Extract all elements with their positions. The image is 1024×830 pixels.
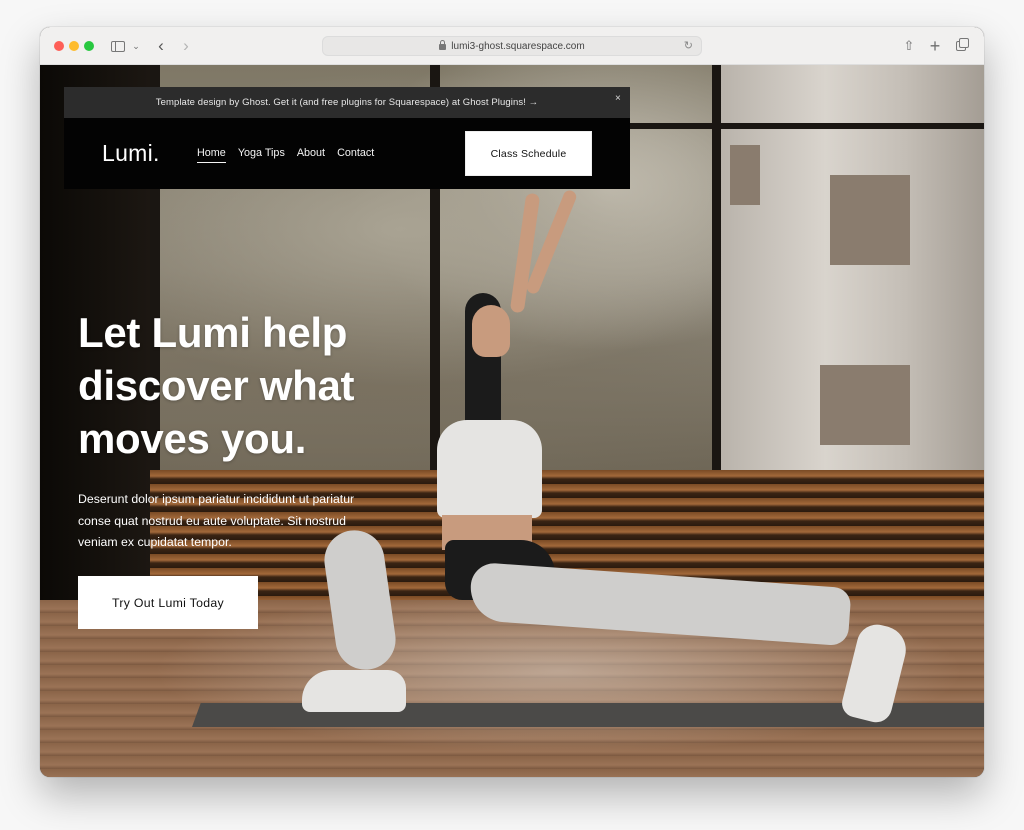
nav-item-home[interactable]: Home [197, 147, 226, 163]
browser-toolbar: ⌄ ‹ › lumi3-ghost.squarespace.com ↻ ⇧ + [40, 27, 984, 65]
site-header: Lumi. Home Yoga Tips About Contact Class… [64, 118, 630, 189]
tabs-overview-icon[interactable] [954, 36, 970, 56]
hero-title-line: Let Lumi help [78, 309, 348, 356]
page-viewport: Template design by Ghost. Get it (and fr… [40, 65, 984, 777]
maximize-window-button[interactable] [84, 41, 94, 51]
close-window-button[interactable] [54, 41, 64, 51]
share-icon[interactable]: ⇧ [902, 36, 916, 56]
hero-description-line: veniam ex cupidatat tempor. [78, 535, 232, 549]
try-out-lumi-button[interactable]: Try Out Lumi Today [78, 576, 258, 629]
hero-description: Deserunt dolor ipsum pariatur incididunt… [78, 489, 418, 554]
new-tab-icon[interactable]: + [928, 36, 942, 56]
browser-window: ⌄ ‹ › lumi3-ghost.squarespace.com ↻ ⇧ + [40, 27, 984, 777]
hero-title: Let Lumi help discover what moves you. [78, 306, 438, 465]
announcement-text[interactable]: Template design by Ghost. Get it (and fr… [156, 97, 539, 108]
nav-item-contact[interactable]: Contact [337, 147, 374, 163]
hero-title-line: moves you. [78, 415, 307, 462]
hero-description-line: conse quat nostrud eu aute voluptate. Si… [78, 513, 346, 528]
site-logo[interactable]: Lumi. [102, 140, 160, 167]
sidebar-icon[interactable] [110, 36, 126, 56]
minimize-window-button[interactable] [69, 41, 79, 51]
back-icon[interactable]: ‹ [154, 36, 168, 56]
reload-icon[interactable]: ↻ [684, 39, 693, 52]
main-nav: Home Yoga Tips About Contact [197, 147, 374, 163]
close-icon[interactable]: × [615, 93, 621, 104]
hero-description-line: Deserunt dolor ipsum pariatur incididunt… [78, 492, 355, 506]
announcement-bar[interactable]: Template design by Ghost. Get it (and fr… [64, 87, 630, 118]
nav-item-about[interactable]: About [297, 147, 325, 163]
nav-item-yoga-tips[interactable]: Yoga Tips [238, 147, 285, 163]
lock-icon [439, 40, 447, 50]
chevron-down-icon[interactable]: ⌄ [131, 36, 141, 56]
class-schedule-button[interactable]: Class Schedule [465, 131, 592, 176]
hero-title-line: discover what [78, 362, 355, 409]
url-text: lumi3-ghost.squarespace.com [451, 40, 585, 52]
address-bar[interactable]: lumi3-ghost.squarespace.com ↻ [322, 36, 702, 56]
forward-icon[interactable]: › [179, 36, 193, 56]
